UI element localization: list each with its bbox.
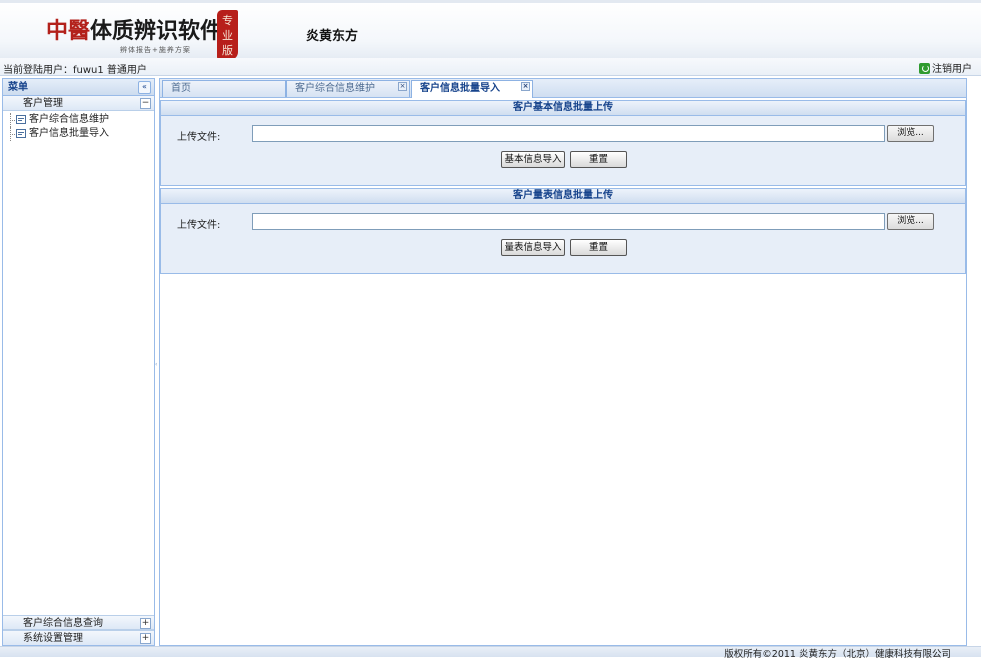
- expand-group-icon[interactable]: +: [140, 618, 151, 629]
- sidebar-item-label: 客户综合信息维护: [29, 114, 109, 125]
- app-header: 中醫体质辨识软件 辨体报告+施养方案 专业版 炎黄东方: [0, 0, 981, 60]
- document-icon: [16, 115, 26, 124]
- tab-strip: 首页 客户综合信息维护 × 客户信息批量导入 ×: [160, 79, 966, 98]
- collapse-sidebar-icon[interactable]: «: [138, 81, 151, 94]
- sidebar-group-label: 系统设置管理: [23, 633, 83, 644]
- scale-info-upload-panel: 客户量表信息批量上传 上传文件: 浏览... 量表信息导入 重置: [160, 188, 966, 274]
- splitter-arrow-icon: ‹: [155, 361, 158, 368]
- close-icon[interactable]: ×: [398, 82, 407, 91]
- sidebar-title: 菜单: [8, 82, 28, 93]
- sidebar-item-batch-import[interactable]: 客户信息批量导入: [10, 127, 154, 141]
- sidebar-group-customer-management[interactable]: 客户管理 −: [3, 96, 154, 111]
- user-bar: 当前登陆用户：fuwu1 普通用户 注销用户: [0, 58, 981, 76]
- power-icon: [919, 63, 930, 74]
- tab-home[interactable]: 首页: [162, 80, 286, 97]
- sidebar-collapsed-groups: 客户综合信息查询 + 系统设置管理 +: [3, 615, 154, 645]
- tab-batch-import[interactable]: 客户信息批量导入 ×: [411, 80, 533, 98]
- copyright-text: 版权所有©2011 炎黄东方（北京）健康科技有限公司: [724, 649, 951, 660]
- reset-button[interactable]: 重置: [570, 151, 627, 168]
- tab-customer-info-maintenance[interactable]: 客户综合信息维护 ×: [286, 80, 410, 97]
- panel-title: 客户基本信息批量上传: [161, 101, 965, 116]
- current-user-label: 当前登陆用户：fuwu1 普通用户: [3, 65, 147, 76]
- basic-info-upload-panel: 客户基本信息批量上传 上传文件: 浏览... 基本信息导入 重置: [160, 100, 966, 186]
- sidebar-group-system-settings[interactable]: 系统设置管理 +: [3, 630, 154, 645]
- browse-button[interactable]: 浏览...: [887, 125, 934, 142]
- basic-info-file-input[interactable]: [252, 125, 885, 142]
- panel-body: 上传文件: 浏览... 量表信息导入 重置: [161, 204, 965, 273]
- upload-file-label: 上传文件:: [177, 132, 221, 143]
- logo-title: 中醫体质辨识软件: [46, 13, 222, 45]
- tab-label: 首页: [171, 83, 191, 94]
- footer: 版权所有©2011 炎黄东方（北京）健康科技有限公司: [0, 646, 981, 660]
- logo-seal: 专业版: [217, 10, 238, 60]
- sidebar-menu: 菜单 « 客户管理 − 客户综合信息维护 客户信息批量导入 客户综合信息查询 +…: [2, 78, 155, 646]
- sidebar-item-customer-info-maintenance[interactable]: 客户综合信息维护: [10, 113, 154, 127]
- panel-body: 上传文件: 浏览... 基本信息导入 重置: [161, 116, 965, 185]
- panel-title: 客户量表信息批量上传: [161, 189, 965, 204]
- tab-label: 客户信息批量导入: [420, 83, 500, 94]
- upload-file-label: 上传文件:: [177, 220, 221, 231]
- browse-button[interactable]: 浏览...: [887, 213, 934, 230]
- sidebar-group-customer-query[interactable]: 客户综合信息查询 +: [3, 615, 154, 630]
- main-content: 首页 客户综合信息维护 × 客户信息批量导入 × 客户基本信息批量上传 上传文件…: [159, 78, 967, 646]
- company-name: 炎黄东方: [306, 29, 359, 44]
- sidebar-tree: 客户综合信息维护 客户信息批量导入: [3, 111, 154, 141]
- sidebar-group-label: 客户综合信息查询: [23, 618, 103, 629]
- logout-link[interactable]: 注销用户: [919, 60, 972, 75]
- sidebar-group-label: 客户管理: [23, 98, 63, 109]
- logo-title-black: 体质辨识软件: [90, 18, 223, 44]
- tab-label: 客户综合信息维护: [295, 83, 375, 94]
- basic-info-import-button[interactable]: 基本信息导入: [501, 151, 565, 168]
- logo-title-red: 中醫: [46, 18, 91, 44]
- close-icon[interactable]: ×: [521, 82, 530, 91]
- expand-group-icon[interactable]: +: [140, 633, 151, 644]
- sidebar-header: 菜单 «: [3, 79, 154, 96]
- app-logo: 中醫体质辨识软件 辨体报告+施养方案 专业版: [40, 9, 240, 60]
- scale-info-import-button[interactable]: 量表信息导入: [501, 239, 565, 256]
- collapse-group-icon[interactable]: −: [140, 98, 151, 109]
- reset-button[interactable]: 重置: [570, 239, 627, 256]
- logout-label: 注销用户: [932, 64, 972, 75]
- document-icon: [16, 129, 26, 138]
- scale-info-file-input[interactable]: [252, 213, 885, 230]
- logo-tagline: 辨体报告+施养方案: [120, 46, 191, 54]
- sidebar-item-label: 客户信息批量导入: [29, 128, 109, 139]
